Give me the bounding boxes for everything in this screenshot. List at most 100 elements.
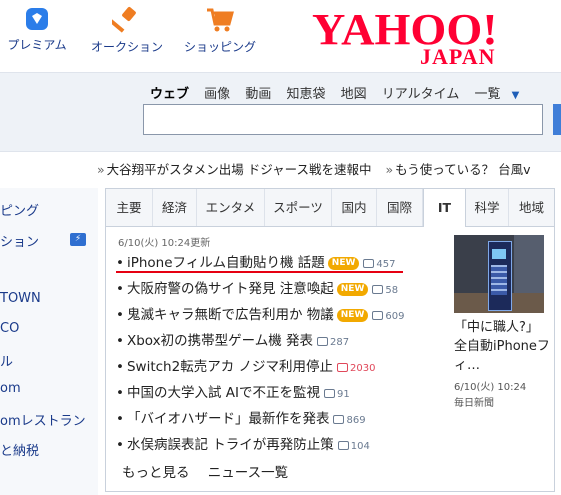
comment-count-value: 104 <box>350 441 370 452</box>
search-tab-list-label: 一覧 <box>474 87 501 102</box>
sidebar-item[interactable]: ル <box>0 351 13 370</box>
chevron-right-icon: » <box>385 162 394 177</box>
tab-it[interactable]: IT <box>423 189 466 227</box>
tab-domestic[interactable]: 国内 <box>332 189 377 226</box>
chevron-right-icon: » <box>97 162 105 177</box>
news-title: Xbox初の携帯型ゲーム機 発表 <box>126 333 314 349</box>
sidebar-item[interactable]: omレストラン <box>0 410 86 429</box>
news-title: 「バイオハザード」最新作を発表 <box>126 411 330 427</box>
service-shopping[interactable]: ショッピング <box>178 6 262 55</box>
news-panel: 主要 経済 エンタメ スポーツ 国内 国際 IT 科学 地域 6/10(火) 1… <box>105 188 555 492</box>
yahoo-japan-logo[interactable]: YAHOO! JAPAN <box>310 4 530 69</box>
service-auction[interactable]: オークション <box>86 6 168 55</box>
news-item[interactable]: • Xbox初の携帯型ゲーム機 発表 287 <box>116 328 404 354</box>
tab-international[interactable]: 国際 <box>377 189 423 226</box>
more-links: もっと見る ニュース一覧 <box>122 461 302 481</box>
highlight-underline <box>116 271 403 273</box>
feature-source: 毎日新聞 <box>454 398 494 409</box>
search-tab-chiebukuro[interactable]: 知恵袋 <box>286 87 325 102</box>
news-item[interactable]: • 鬼滅キャラ無断で広告利用か 物議 NEW 609 <box>116 302 404 328</box>
sidebar-item[interactable]: ション <box>0 231 39 250</box>
comment-icon <box>333 414 345 424</box>
lightning-icon: ⚡ <box>70 233 86 246</box>
feature-caption[interactable]: 「中に職人?」全自動iPhoneフィ… <box>454 318 550 375</box>
comment-count: 609 <box>372 310 405 322</box>
service-premium[interactable]: プレミアム <box>4 6 70 53</box>
comment-count: 2030 <box>336 362 376 374</box>
service-label: ショッピング <box>183 40 256 54</box>
comment-count-value: 609 <box>385 311 405 322</box>
news-item[interactable]: • 大阪府警の偽サイト発見 注意喚起 NEW 58 <box>116 276 404 302</box>
updated-time: 6/10(火) 10:24更新 <box>118 238 211 249</box>
comment-icon <box>323 388 335 398</box>
tab-economy[interactable]: 経済 <box>153 189 197 226</box>
news-title: 水俣病誤表記 トライが再発防止策 <box>126 437 334 453</box>
search-button[interactable] <box>553 104 561 135</box>
ticker-item[interactable]: 大谷翔平がスタメン出場 ドジャース戦を速報中 <box>107 162 372 177</box>
search-area: ウェブ 画像 動画 知恵袋 地図 リアルタイム 一覧 ▼ <box>0 72 561 152</box>
auction-gavel-icon <box>112 7 136 33</box>
comment-count-value: 869 <box>346 415 366 426</box>
comment-count: 457 <box>363 258 396 270</box>
service-label: オークション <box>90 40 163 54</box>
comment-icon <box>317 336 329 346</box>
comment-count-value: 58 <box>385 285 399 296</box>
more-link[interactable]: もっと見る <box>122 465 190 481</box>
news-title: 鬼滅キャラ無断で広告利用か 物議 <box>126 307 334 323</box>
search-tab-image[interactable]: 画像 <box>204 87 230 102</box>
news-title: Switch2転売アカ ノジマ利用停止 <box>126 359 333 375</box>
search-tab-realtime[interactable]: リアルタイム <box>382 87 460 102</box>
logo-sub: JAPAN <box>420 44 496 69</box>
comment-count-value: 2030 <box>349 363 376 374</box>
tab-entertainment[interactable]: エンタメ <box>197 189 265 226</box>
comment-count: 869 <box>333 414 366 426</box>
search-tab-list[interactable]: 一覧 ▼ <box>475 87 531 102</box>
comment-count-value: 457 <box>376 259 396 270</box>
comment-icon <box>363 258 375 268</box>
tab-region[interactable]: 地域 <box>509 189 554 226</box>
premium-diamond-icon <box>26 8 48 30</box>
comment-count: 287 <box>317 336 350 348</box>
new-badge: NEW <box>336 308 369 322</box>
news-item[interactable]: • 「バイオハザード」最新作を発表 869 <box>116 406 404 432</box>
news-title: 大阪府警の偽サイト発見 注意喚起 <box>126 281 334 297</box>
shopping-cart-icon <box>207 8 234 32</box>
news-list: • iPhoneフィルム自動貼り機 話題 NEW 457 • 大阪府警の偽サイト発見 注… <box>116 250 404 458</box>
comment-icon <box>336 362 348 372</box>
comment-icon <box>372 310 384 320</box>
feature-date: 6/10(火) 10:24 <box>454 382 527 393</box>
news-list-link[interactable]: ニュース一覧 <box>208 465 288 481</box>
comment-count-value: 91 <box>336 389 350 400</box>
news-ticker: » 大谷翔平がスタメン出場 ドジャース戦を速報中» もう使っている？ 台風v <box>97 159 531 178</box>
feature-meta: 6/10(火) 10:24 毎日新聞 <box>454 380 526 412</box>
tab-main[interactable]: 主要 <box>106 189 153 226</box>
search-tab-map[interactable]: 地図 <box>341 87 367 102</box>
sidebar-item[interactable]: TOWN <box>0 291 41 306</box>
ticker-item[interactable]: もう使っている？ 台風v <box>395 162 530 177</box>
tab-science[interactable]: 科学 <box>466 189 509 226</box>
comment-icon <box>337 440 349 450</box>
search-tab-web[interactable]: ウェブ <box>150 87 189 102</box>
new-badge: NEW <box>336 282 369 296</box>
service-label: プレミアム <box>7 38 67 52</box>
sidebar-item[interactable]: ピング <box>0 200 39 219</box>
search-tab-video[interactable]: 動画 <box>245 87 271 102</box>
tab-sports[interactable]: スポーツ <box>265 189 332 226</box>
sidebar-item[interactable]: CO <box>0 321 19 336</box>
search-input[interactable] <box>143 104 543 135</box>
new-badge: NEW <box>327 256 360 270</box>
sidebar-item[interactable]: om <box>0 381 21 396</box>
news-title: 中国の大学入試 AIで不正を監視 <box>126 385 320 401</box>
news-item[interactable]: • 水俣病誤表記 トライが再発防止策 104 <box>116 432 404 458</box>
comment-count-value: 287 <box>330 337 350 348</box>
caret-down-icon: ▼ <box>511 90 520 101</box>
comment-icon <box>372 284 384 294</box>
comment-count: 104 <box>337 440 370 452</box>
sidebar-item[interactable]: と納税 <box>0 440 39 459</box>
search-tabs: ウェブ 画像 動画 知恵袋 地図 リアルタイム 一覧 ▼ <box>150 83 541 102</box>
feature-photo[interactable] <box>454 235 544 313</box>
news-tabs: 主要 経済 エンタメ スポーツ 国内 国際 IT 科学 地域 <box>106 189 554 227</box>
news-item[interactable]: • 中国の大学入試 AIで不正を監視 91 <box>116 380 404 406</box>
news-item[interactable]: • Switch2転売アカ ノジマ利用停止 2030 <box>116 354 404 380</box>
comment-count: 58 <box>372 284 399 296</box>
